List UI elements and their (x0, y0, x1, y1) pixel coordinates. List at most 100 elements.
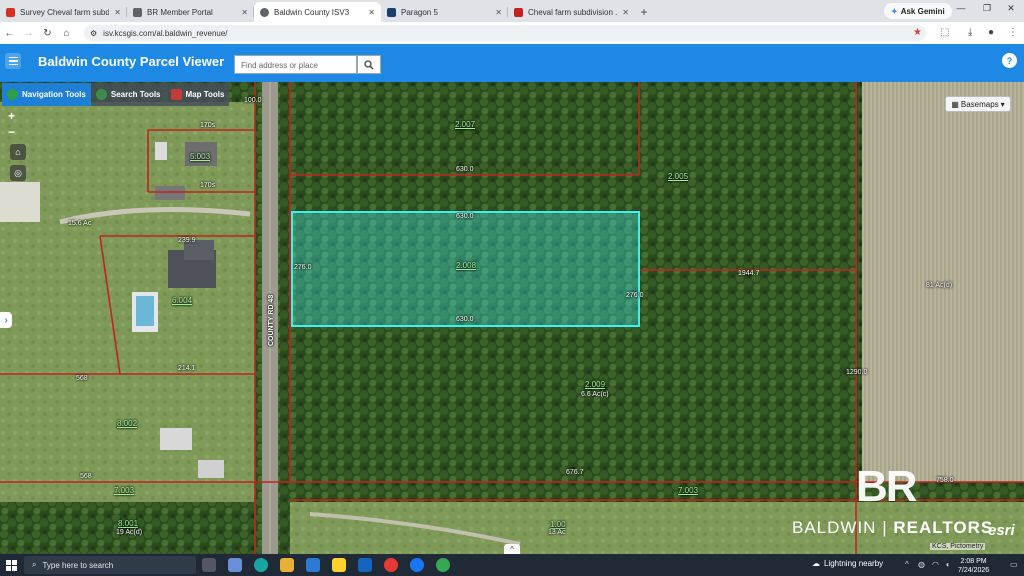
br-portal-icon (133, 7, 142, 17)
map-tools-button[interactable]: Map Tools (166, 83, 230, 106)
restore-window-icon[interactable]: ❐ (980, 3, 994, 14)
dimension-label: 170s (200, 122, 216, 129)
basemaps-dropdown[interactable]: ▦ Basemaps ▾ (945, 96, 1011, 112)
system-clock[interactable]: 2:08 PM 7/24/2026 (958, 557, 989, 575)
ask-gemini-button[interactable]: ✦ Ask Gemini (884, 3, 952, 19)
hamburger-menu-icon[interactable] (5, 53, 21, 69)
dimension-label: 276.0 (294, 264, 312, 271)
taskbar-search-input[interactable]: ⌕ Type here to search (24, 556, 196, 574)
chrome-icon[interactable] (384, 558, 398, 572)
parcel-label: 5.003 (190, 152, 211, 161)
close-tab-icon[interactable]: ✕ (368, 8, 375, 17)
locate-icon[interactable]: ◎ (10, 165, 26, 181)
dimension-label: 276.0 (626, 292, 644, 299)
windows-taskbar: ⌕ Type here to search ☁ Lightning nearby… (0, 554, 1024, 576)
site-info-icon[interactable]: ⚙ (90, 29, 97, 38)
home-icon[interactable]: ⌂ (57, 28, 76, 39)
storm-cloud-icon: ☁ (812, 559, 820, 568)
browser-tab[interactable]: Paragon 5 ✕ (381, 2, 508, 22)
dimension-label: 1944.7 (738, 270, 760, 277)
download-icon[interactable]: ⤓ (968, 27, 972, 38)
home-extent-icon[interactable]: ⌂ (10, 144, 26, 160)
volume-icon[interactable]: ◖ (945, 560, 950, 569)
tool-label: Navigation Tools (22, 90, 86, 99)
minimize-window-icon[interactable]: — (954, 3, 968, 13)
help-button[interactable]: ? (1002, 53, 1017, 68)
edge-icon[interactable] (254, 558, 268, 572)
browser-toolbar: ← → ↻ ⌂ ⚙ isv.kcsgis.com/al.baldwin_reve… (0, 22, 1024, 44)
forward-icon[interactable]: → (19, 28, 38, 39)
browser-tab-active[interactable]: Baldwin County ISV3 ✕ (254, 2, 381, 22)
browser-menu-icon[interactable]: ⋮ (1008, 27, 1018, 38)
acreage-label: 15.6 Ac (68, 220, 92, 227)
zoom-out-button[interactable]: − (4, 125, 19, 139)
app-header: Baldwin County Parcel Viewer Find addres… (0, 44, 1024, 82)
acreage-label: 81 Ac(d) (926, 282, 953, 289)
browser-tab[interactable]: Cheval farm subdivision .pdf ✕ (508, 2, 635, 22)
network-icon[interactable]: ◍ (918, 560, 925, 569)
zoom-in-button[interactable]: + (4, 109, 19, 123)
profile-avatar[interactable]: ● (988, 27, 994, 38)
close-tab-icon[interactable]: ✕ (622, 8, 629, 17)
search-globe-icon (95, 89, 107, 100)
expand-panel-icon[interactable]: › (0, 312, 12, 328)
map-toolbar: Navigation Tools Search Tools Map Tools (2, 83, 230, 106)
baldwin-realtors-watermark: BALDWIN | REALTORS (792, 518, 994, 537)
outlook-icon[interactable] (358, 558, 372, 572)
weather-text: Lightning nearby (824, 559, 884, 568)
address-bar[interactable]: ⚙ isv.kcsgis.com/al.baldwin_revenue/ (84, 25, 926, 41)
dimension-label: 630.0 (456, 166, 474, 173)
notifications-icon[interactable]: ▭ (1010, 560, 1018, 569)
copilot-icon[interactable] (228, 558, 242, 572)
url-text: isv.kcsgis.com/al.baldwin_revenue/ (103, 28, 228, 38)
browser-tab[interactable]: BR Member Portal ✕ (127, 2, 254, 22)
tab-title: Baldwin County ISV3 (274, 7, 350, 17)
back-icon[interactable]: ← (0, 28, 19, 39)
basemaps-label: Basemaps (960, 99, 999, 109)
close-tab-icon[interactable]: ✕ (495, 8, 502, 17)
task-view-icon[interactable] (202, 558, 216, 572)
weather-widget[interactable]: ☁ Lightning nearby (812, 559, 883, 568)
new-tab-button[interactable]: + (635, 2, 653, 22)
map-view[interactable]: 2.007 2.005 2.008 2.009 6.6 Ac(c) 81 Ac(… (0, 82, 1024, 554)
chrome-profile-icon[interactable] (436, 558, 450, 572)
dimension-label: 758.0 (936, 477, 954, 484)
close-window-icon[interactable]: ✕ (1004, 3, 1018, 14)
extensions-icon[interactable]: ⬚ (940, 27, 949, 38)
grid-icon: ▦ (951, 99, 959, 109)
paragon-icon (387, 7, 396, 17)
dimension-label: 239.9 (178, 237, 196, 244)
address-search-input[interactable]: Find address or place (234, 55, 357, 74)
tray-overflow-icon[interactable]: ^ (905, 560, 909, 569)
acreage-label: 6.6 Ac(c) (581, 391, 609, 398)
caret-down-icon: ▾ (1000, 99, 1005, 109)
close-tab-icon[interactable]: ✕ (241, 8, 248, 17)
store-icon[interactable] (332, 558, 346, 572)
bookmark-star-icon[interactable]: ★ (913, 27, 922, 38)
dimension-label: 1290.0 (846, 369, 868, 376)
facebook-icon[interactable] (410, 558, 424, 572)
tab-title: Paragon 5 (401, 7, 438, 17)
tool-label: Search Tools (110, 90, 161, 99)
search-tools-button[interactable]: Search Tools (91, 83, 166, 106)
search-button[interactable] (357, 55, 381, 74)
collapse-panel-button[interactable]: ^ (504, 544, 520, 554)
map-attribution: KCS, Pictometry (930, 543, 986, 550)
dimension-label: 630.0 (456, 213, 474, 220)
dimension-label: 170s (200, 182, 216, 189)
dimension-label: 100.0 (244, 97, 262, 104)
reload-icon[interactable]: ↻ (38, 28, 57, 39)
parcel-label: 1.00 (550, 520, 566, 529)
navigation-tools-button[interactable]: Navigation Tools (2, 83, 91, 106)
wifi-icon[interactable]: ◠ (932, 560, 939, 569)
mail-icon[interactable] (306, 558, 320, 572)
file-explorer-icon[interactable] (280, 558, 294, 572)
windows-start-icon[interactable] (0, 554, 22, 576)
pdf-icon (514, 7, 523, 17)
browser-tab-strip: Survey Cheval farm subdivision ✕ BR Memb… (0, 0, 1024, 22)
parcel-label: 7.003 (678, 486, 699, 495)
parcel-label: 6.004 (172, 296, 193, 305)
parcel-label-selected: 2.008 (456, 261, 477, 270)
browser-tab[interactable]: Survey Cheval farm subdivision ✕ (0, 2, 127, 22)
close-tab-icon[interactable]: ✕ (114, 8, 121, 17)
